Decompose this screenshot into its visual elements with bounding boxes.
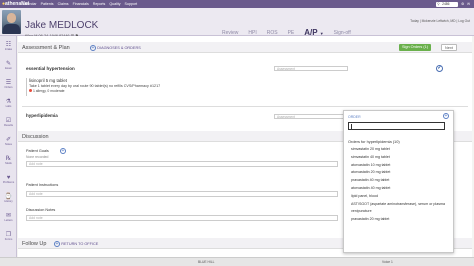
athenanet-logo[interactable]: ●athenaNet: [0, 1, 29, 7]
sidebar-item-intake[interactable]: ☷ Intake: [0, 42, 17, 51]
user-name: Mckenzie Leftwich, MD: [421, 19, 456, 23]
divider: [22, 106, 468, 107]
sidebar-item-meds[interactable]: ℞ Meds: [0, 156, 17, 165]
sidebar-item-forms[interactable]: ❐ Forms: [0, 232, 17, 241]
search-value: 2486: [442, 1, 450, 6]
patient-goals-status: None recorded: [26, 155, 49, 159]
diagnosis-essential-hypertension[interactable]: essential hypertension: [26, 66, 75, 71]
patient-photo: [2, 10, 21, 34]
message-icon[interactable]: ✉: [467, 2, 470, 6]
order-option[interactable]: simvastatin 20 mg tablet: [348, 147, 451, 151]
sidebar-item-notes[interactable]: ✐ Notes: [0, 137, 17, 146]
checkmark-icon[interactable]: ✓: [436, 65, 443, 72]
sidebar-item-letters[interactable]: ✉ Letters: [0, 213, 17, 222]
sidebar-item-exam[interactable]: ✎ Exam: [0, 61, 17, 70]
order-option[interactable]: atorvastatin 10 mg tablet: [348, 163, 451, 167]
nav-quality[interactable]: Quality: [109, 2, 120, 6]
patient-name[interactable]: Jake MEDLOCK: [25, 20, 98, 31]
order-option[interactable]: venipuncture: [348, 209, 451, 213]
tab-sign-off[interactable]: Sign-off: [334, 30, 351, 36]
logout-link[interactable]: Log Out: [458, 19, 470, 23]
nav-claims[interactable]: Claims: [58, 2, 69, 6]
medication-order: lisinopril 5 mg tablet Take 1 tablet eve…: [26, 78, 336, 96]
return-to-office-link[interactable]: + RETURN TO OFFICE: [54, 240, 98, 247]
discussion-notes-label: Discussion Notes: [26, 208, 56, 212]
nav-financials[interactable]: Financials: [73, 2, 89, 6]
section-title: Discussion: [22, 134, 49, 140]
order-option[interactable]: atorvastatin 20 mg tablet: [348, 170, 451, 174]
patient-banner: Jake MEDLOCK 60yo M 06-24-1946 82446 ☰ ⚑…: [0, 8, 474, 38]
today-link[interactable]: Today: [410, 19, 419, 23]
order-option[interactable]: AST/SGOT (aspartate aminotransferase), s…: [348, 202, 451, 206]
department-name: BLUE HILL: [198, 260, 215, 264]
search-icon: ⚲: [437, 1, 440, 6]
order-option[interactable]: lipid panel, blood: [348, 194, 451, 198]
patient-instructions-label: Patient Instructions: [26, 183, 59, 187]
user-links: Today | Mckenzie Leftwich, MD | Log Out: [410, 19, 470, 23]
assessment-input-hyperlipidemia[interactable]: Assessment: [274, 114, 348, 119]
status-right-text: Voice 1: [382, 260, 393, 264]
text-cursor: [351, 124, 352, 130]
sidebar-item-history[interactable]: ⌚ History: [0, 194, 17, 203]
sidebar-item-problems[interactable]: ♥ Problems: [0, 175, 17, 184]
allergy-warning: 1 allergy, 0 moderate: [29, 89, 336, 93]
order-option[interactable]: pravastatin 20 mg tablet: [348, 217, 451, 221]
medication-name[interactable]: lisinopril 5 mg tablet: [29, 78, 336, 83]
order-panel-title: ORDER: [348, 115, 361, 119]
sign-orders-button[interactable]: Sign Orders (1): [399, 44, 431, 51]
add-order-icon[interactable]: +: [443, 113, 449, 119]
patient-instructions-input[interactable]: Add note: [26, 191, 338, 197]
diagnosis-hyperlipidemia[interactable]: hyperlipidemia: [26, 113, 58, 118]
sidebar-item-labs[interactable]: ⚗ Labs: [0, 99, 17, 108]
patient-search-input[interactable]: ⚲ 2486: [436, 1, 459, 7]
nav-calendar[interactable]: Calendar: [22, 2, 37, 6]
tab-ros[interactable]: ROS: [267, 30, 278, 36]
patient-goals-label: Patient Goals: [26, 149, 49, 153]
order-option[interactable]: simvastatin 40 mg tablet: [348, 155, 451, 159]
add-icon: +: [54, 240, 60, 247]
allergy-alert-icon: [29, 89, 32, 93]
gear-icon[interactable]: ⚙: [461, 2, 464, 6]
discussion-notes-input[interactable]: Add note: [26, 215, 338, 221]
nav-patients[interactable]: Patients: [41, 2, 54, 6]
sidebar-item-orders[interactable]: ☰ Orders: [0, 80, 17, 89]
status-bar: BLUE HILL Voice 1: [0, 257, 474, 266]
tab-hpi[interactable]: HPI: [248, 30, 256, 36]
tab-review[interactable]: Review: [222, 30, 238, 36]
diagnoses-orders-link[interactable]: + DIAGNOSES & ORDERS: [90, 44, 141, 51]
assessment-input-hypertension[interactable]: Assessment: [274, 66, 348, 71]
order-option[interactable]: pravastatin 40 mg tablet: [348, 178, 451, 182]
nav-support[interactable]: Support: [125, 2, 138, 6]
section-title: Assessment & Plan: [22, 45, 70, 51]
patient-goals-note-input[interactable]: Add note: [26, 161, 338, 167]
left-sidebar: ☷ Intake ✎ Exam ☰ Orders ⚗ Labs ☑ Results ✐ No…: [0, 36, 17, 257]
nav-reports[interactable]: Reports: [93, 2, 106, 6]
sidebar-item-results[interactable]: ☑ Results: [0, 118, 17, 127]
medication-sig: Take 1 tablet every day by oral route 90…: [29, 84, 161, 88]
next-button[interactable]: Next: [441, 44, 457, 51]
order-group-heading: Orders for hyperlipidemia (10): [348, 139, 400, 144]
tab-pe[interactable]: PE: [288, 30, 295, 36]
order-option[interactable]: atorvastatin 40 mg tablet: [348, 186, 451, 190]
order-suggestion-list: Orders for hyperlipidemia (10) simvastat…: [348, 139, 451, 225]
main-nav: Calendar Patients Claims Financials Repo…: [22, 2, 137, 6]
section-title: Follow Up: [22, 241, 47, 247]
order-search-dropdown: ORDER + Orders for hyperlipidemia (10) s…: [343, 110, 454, 253]
add-icon: +: [90, 44, 96, 51]
order-search-input[interactable]: [348, 122, 445, 130]
add-goal-icon[interactable]: +: [60, 148, 66, 154]
top-navigation-bar: ●athenaNet Calendar Patients Claims Fina…: [0, 0, 474, 8]
